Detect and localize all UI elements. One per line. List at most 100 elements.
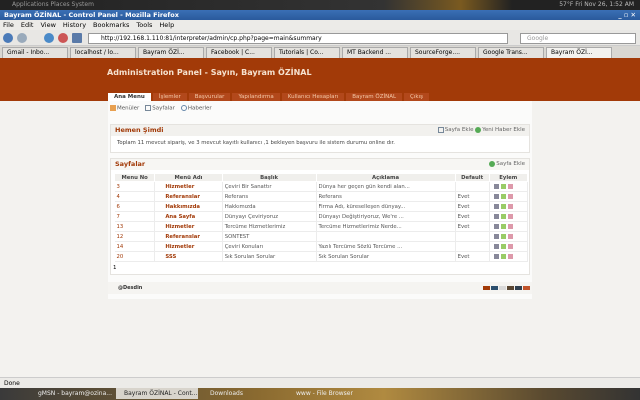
add-news-link[interactable]: Yeni Haber Ekle	[482, 127, 525, 133]
edit-icon[interactable]	[500, 223, 506, 229]
delete-icon[interactable]	[507, 243, 513, 249]
column-header: Eylem	[488, 173, 529, 182]
search-icon	[180, 105, 187, 111]
edit-icon[interactable]	[500, 253, 506, 259]
nav-tab[interactable]: Yapılandırma	[232, 93, 280, 101]
default	[455, 231, 490, 242]
pages-title: Sayfalar	[115, 160, 146, 168]
browser-tab[interactable]: Facebook | C...	[206, 47, 272, 58]
taskbar-item[interactable]: Bayram ÖZİNAL - Cont...	[116, 388, 198, 399]
nav-tab[interactable]: Bayram ÖZİNAL	[346, 93, 403, 101]
view-icon[interactable]	[493, 193, 499, 199]
forward-icon[interactable]	[17, 33, 27, 43]
search-input[interactable]: Google	[520, 33, 636, 44]
view-icon[interactable]	[493, 243, 499, 249]
delete-icon[interactable]	[507, 223, 513, 229]
actions-cell	[489, 201, 529, 212]
menu-name[interactable]: SSS	[154, 251, 223, 262]
theme-swatch[interactable]	[507, 286, 514, 290]
window-titlebar: Bayram ÖZİNAL - Control Panel - Mozilla …	[0, 10, 640, 20]
menu-view[interactable]: View	[40, 21, 55, 29]
taskbar-item[interactable]: www - File Browser	[288, 388, 370, 399]
view-icon[interactable]	[493, 213, 499, 219]
view-icon[interactable]	[493, 183, 499, 189]
edit-icon[interactable]	[500, 203, 506, 209]
browser-tab[interactable]: localhost / lo...	[70, 47, 136, 58]
actions-cell	[489, 231, 529, 242]
theme-swatch[interactable]	[499, 286, 506, 290]
menu-edit[interactable]: Edit	[21, 21, 34, 29]
menu-name[interactable]: Hizmetler	[154, 181, 223, 192]
add-icon	[489, 160, 496, 167]
theme-swatch[interactable]	[491, 286, 498, 290]
view-icon[interactable]	[493, 233, 499, 239]
url-input[interactable]: http://192.168.1.110:81/interpreter/admi…	[88, 33, 508, 44]
browser-tab[interactable]: Bayram ÖZİ...	[546, 47, 612, 58]
stop-icon[interactable]	[58, 33, 68, 43]
page-title-cell: SONTEST	[222, 231, 317, 242]
delete-icon[interactable]	[507, 183, 513, 189]
main-content: Menüler Sayfalar Haberler Hemen Şimdi Sa…	[108, 101, 532, 299]
table-row: 20 SSS Sık Sorulan Sorular Sık Sorulan Soru…	[114, 251, 529, 262]
edit-icon[interactable]	[500, 233, 506, 239]
browser-tab[interactable]: Bayram ÖZİ...	[138, 47, 204, 58]
menu-icon	[110, 105, 116, 111]
add-page-button[interactable]: Sayfa Ekle	[496, 161, 525, 167]
menu-tools[interactable]: Tools	[136, 21, 152, 29]
reload-icon[interactable]	[44, 33, 54, 43]
table-row: 12 Referanslar SONTEST	[114, 231, 529, 242]
menu-name[interactable]: Referanslar	[154, 231, 223, 242]
submenu-haberler[interactable]: Haberler	[180, 105, 212, 112]
nav-tab[interactable]: Çıkış	[404, 93, 429, 101]
edit-icon[interactable]	[500, 183, 506, 189]
theme-swatch[interactable]	[523, 286, 530, 290]
menu-history[interactable]: History	[63, 21, 86, 29]
browser-tab[interactable]: Gmail - Inbo...	[2, 47, 68, 58]
taskbar-item[interactable]: Downloads	[202, 388, 284, 399]
menu-name[interactable]: Hakkımızda	[154, 201, 223, 212]
nav-tab[interactable]: Ana Menu	[108, 93, 151, 101]
view-icon[interactable]	[493, 223, 499, 229]
edit-icon[interactable]	[500, 193, 506, 199]
menu-name[interactable]: Hizmetler	[154, 221, 223, 232]
table-row: 6 Hakkımızda Hakkımızda Firma Adı, küresell…	[114, 201, 529, 212]
taskbar-item[interactable]: gMSN - bayram@ozina...	[30, 388, 112, 399]
menu-bookmarks[interactable]: Bookmarks	[93, 21, 129, 29]
theme-swatch[interactable]	[515, 286, 522, 290]
submenu-sayfalar[interactable]: Sayfalar	[145, 105, 175, 112]
menu-name[interactable]: Ana Sayfa	[154, 211, 223, 222]
back-icon[interactable]	[3, 33, 13, 43]
add-page-link[interactable]: Sayfa Ekle	[445, 127, 474, 133]
edit-icon[interactable]	[500, 213, 506, 219]
menu-file[interactable]: File	[3, 21, 14, 29]
submenu-menuler[interactable]: Menüler	[110, 105, 139, 112]
view-icon[interactable]	[493, 203, 499, 209]
applications-menu[interactable]: Applications Places System	[12, 1, 94, 8]
table-row: 7 Ana Sayfa Dünyayı Çeviriyoruz Dünyayı Değ…	[114, 211, 529, 222]
nav-tab[interactable]: Kullanıcı Hesapları	[281, 93, 345, 101]
actions-cell	[489, 221, 529, 232]
browser-tab[interactable]: SourceForge....	[410, 47, 476, 58]
nav-tab[interactable]: Başvurular	[188, 93, 231, 101]
footer-logo: @Desdin	[118, 285, 143, 291]
description: Tercüme Hizmetlerimiz Nerde...	[316, 221, 456, 232]
menu-name[interactable]: Hizmetler	[154, 241, 223, 252]
menu-name[interactable]: Referanslar	[154, 191, 223, 202]
theme-swatch[interactable]	[483, 286, 490, 290]
pagination-page-1[interactable]: 1	[111, 262, 529, 271]
home-icon[interactable]	[72, 33, 82, 43]
menu-help[interactable]: Help	[159, 21, 174, 29]
window-controls[interactable]: _ ▫ ✕	[618, 10, 636, 20]
delete-icon[interactable]	[507, 213, 513, 219]
delete-icon[interactable]	[507, 193, 513, 199]
browser-tab[interactable]: Google Trans...	[478, 47, 544, 58]
browser-tab[interactable]: MT Backend ...	[342, 47, 408, 58]
view-icon[interactable]	[493, 253, 499, 259]
delete-icon[interactable]	[507, 253, 513, 259]
edit-icon[interactable]	[500, 243, 506, 249]
delete-icon[interactable]	[507, 203, 513, 209]
delete-icon[interactable]	[507, 233, 513, 239]
description: Firma Adı, küreselleşen dünyay...	[316, 201, 456, 212]
browser-tab[interactable]: Tutorials | Co...	[274, 47, 340, 58]
nav-tab[interactable]: İşlemler	[152, 93, 187, 101]
